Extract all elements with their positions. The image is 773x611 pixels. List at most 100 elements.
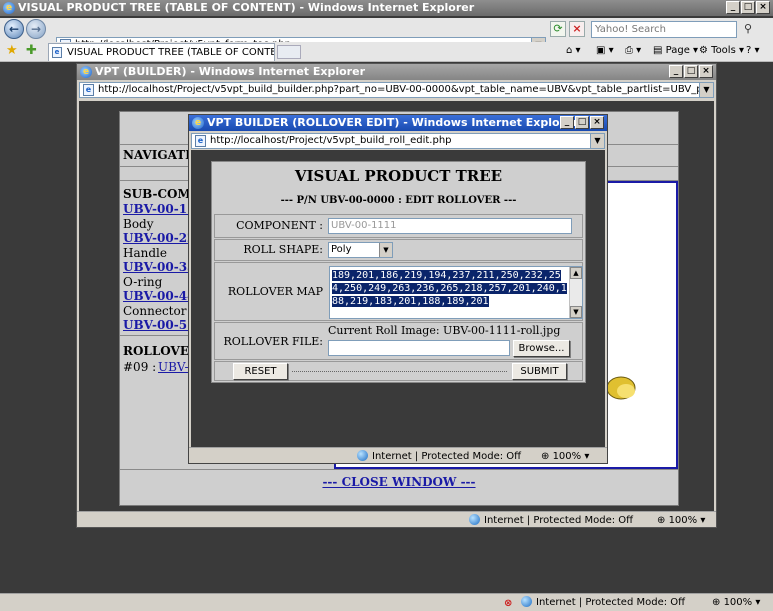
page-menu-label: Page [665, 45, 690, 56]
popup-address-bar[interactable]: e http://localhost/Project/v5vpt_build_r… [191, 133, 605, 149]
builder-window-title: VPT (BUILDER) - Windows Internet Explore… [95, 65, 365, 78]
add-favorites-icon[interactable]: ✚ [26, 43, 37, 58]
rollover-map-textarea[interactable]: 189,201,186,219,194,237,211,250,232,254,… [329, 266, 583, 319]
search-icon[interactable]: ⚲ [740, 21, 756, 38]
rollover-file-input[interactable] [328, 340, 510, 356]
rollover-map-text-wrap: 189,201,186,219,194,237,211,250,232,254,… [332, 269, 567, 308]
component-name-1: Body [123, 217, 154, 231]
ie-logo-icon: e [3, 2, 15, 14]
browse-button[interactable]: Browse... [513, 340, 570, 357]
builder-zoom[interactable]: ⊕ 100% ▾ [657, 513, 705, 528]
component-row: COMPONENT : UBV-00-1111 [214, 214, 583, 238]
builder-window-controls: _ □ × [669, 65, 713, 78]
component-input[interactable]: UBV-00-1111 [328, 218, 572, 234]
tools-menu[interactable]: ⚙ Tools ▾ [699, 44, 744, 58]
close-window-link[interactable]: --- CLOSE WINDOW --- [120, 475, 678, 489]
rollover-map-value: 189,201,186,219,194,237,211,250,232,254,… [332, 270, 567, 307]
popup-status-bar: Internet | Protected Mode: Off ⊕ 100% ▾ [189, 447, 607, 463]
refresh-button[interactable]: ⟳ [550, 21, 566, 37]
popup-window-controls: _ □ × [560, 116, 604, 129]
close-button[interactable]: × [756, 1, 770, 14]
back-button[interactable]: ← [4, 19, 24, 39]
outer-status-zone-text: Internet | Protected Mode: Off [536, 597, 686, 608]
outer-window-title: VISUAL PRODUCT TREE (TABLE OF CONTENT) -… [18, 1, 475, 14]
component-name-4: Connector [123, 304, 187, 318]
builder-ie-logo-icon: e [80, 66, 92, 78]
minimize-button[interactable]: _ [726, 1, 740, 14]
maximize-button[interactable]: □ [741, 1, 755, 14]
rollover-file-label: ROLLOVER FILE: [223, 335, 323, 348]
outer-status-zone: Internet | Protected Mode: Off [521, 595, 685, 610]
favorites-star-icon[interactable]: ★ [6, 43, 18, 58]
popup-address-text: http://localhost/Project/v5vpt_build_rol… [210, 135, 452, 146]
scroll-down-icon[interactable]: ▼ [570, 306, 582, 318]
popup-status-zone: Internet | Protected Mode: Off [357, 449, 521, 464]
component-label: COMPONENT : [236, 219, 323, 232]
buttons-divider [292, 371, 507, 372]
builder-address-text: http://localhost/Project/v5vpt_build_bui… [98, 84, 714, 95]
builder-globe-icon [469, 514, 480, 525]
form-heading: VISUAL PRODUCT TREE [294, 167, 503, 185]
builder-address-bar[interactable]: e http://localhost/Project/v5vpt_build_b… [79, 82, 714, 98]
home-icon[interactable]: ⌂ ▾ [566, 44, 581, 58]
internet-globe-icon [521, 596, 532, 607]
component-name-3: O-ring [123, 275, 163, 289]
rollover-map-row: ROLLOVER MAP 189,201,186,219,194,237,211… [214, 262, 583, 321]
submit-button[interactable]: SUBMIT [512, 363, 567, 380]
tab-vpt-toc[interactable]: e VISUAL PRODUCT TREE (TABLE OF CONTENT) [48, 43, 275, 61]
roll-shape-label: ROLL SHAPE: [243, 243, 323, 256]
roll-shape-dropdown-icon[interactable]: ▼ [379, 243, 392, 257]
builder-address-dropdown-icon[interactable]: ▼ [699, 83, 713, 97]
popup-zoom-text: 100% [552, 451, 582, 462]
roll-shape-value: Poly [331, 244, 352, 255]
rollover-map-scrollbar[interactable]: ▲ ▼ [569, 267, 582, 318]
roll-shape-row: ROLL SHAPE: Poly ▼ [214, 239, 583, 261]
tab-page-icon: e [52, 47, 62, 58]
outer-window-controls: _ □ × [726, 1, 770, 14]
outer-title-bar: e VISUAL PRODUCT TREE (TABLE OF CONTENT)… [0, 0, 773, 16]
popup-content: VISUAL PRODUCT TREE --- P/N UBV-00-0000 … [191, 150, 605, 449]
builder-close-button[interactable]: × [699, 65, 713, 78]
popup-close-button[interactable]: × [590, 116, 604, 129]
roll-shape-select[interactable]: Poly ▼ [328, 242, 393, 258]
popup-ie-logo-icon: e [192, 117, 204, 129]
builder-status-zone: Internet | Protected Mode: Off [469, 513, 633, 528]
reset-button[interactable]: RESET [233, 363, 288, 380]
print-icon[interactable]: ⎙ ▾ [625, 44, 641, 58]
search-input[interactable]: Yahoo! Search [591, 21, 737, 38]
component-value: UBV-00-1111 [331, 220, 397, 231]
popup-globe-icon [357, 450, 368, 461]
popup-title-bar: e VPT BUILDER (ROLLOVER EDIT) - Windows … [189, 115, 607, 131]
stop-button[interactable]: × [569, 21, 585, 37]
popup-zoom[interactable]: ⊕ 100% ▾ [541, 449, 589, 464]
popup-page-icon: e [195, 135, 206, 147]
popup-status-zone-text: Internet | Protected Mode: Off [372, 451, 522, 462]
component-name-2: Handle [123, 246, 167, 260]
form-heading-row: VISUAL PRODUCT TREE --- P/N UBV-00-0000 … [214, 164, 583, 211]
popup-address-dropdown-icon[interactable]: ▼ [590, 134, 604, 148]
form-subheading: --- P/N UBV-00-0000 : EDIT ROLLOVER --- [280, 195, 517, 206]
forward-button[interactable]: → [26, 19, 46, 39]
close-divider [120, 469, 678, 470]
feeds-icon[interactable]: ▣ ▾ [596, 44, 614, 58]
rollover-entry-prefix: #09 : [123, 360, 157, 374]
current-roll-image: Current Roll Image: UBV-00-1111-roll.jpg [328, 324, 561, 337]
builder-maximize-button[interactable]: □ [684, 65, 698, 78]
search-placeholder: Yahoo! Search [595, 24, 666, 35]
popup-maximize-button[interactable]: □ [575, 116, 589, 129]
protected-mode-icon: ⊗ [504, 598, 513, 609]
help-icon[interactable]: ? ▾ [746, 44, 760, 58]
outer-status-bar: ⊗ Internet | Protected Mode: Off ⊕ 100% … [0, 593, 773, 611]
builder-zoom-text: 100% [668, 515, 698, 526]
page-menu[interactable]: ▤ Page ▾ [653, 44, 698, 58]
tab-label: VISUAL PRODUCT TREE (TABLE OF CONTENT) [67, 47, 275, 58]
rollover-form: VISUAL PRODUCT TREE --- P/N UBV-00-0000 … [211, 161, 586, 383]
rollover-map-label: ROLLOVER MAP [227, 285, 323, 298]
popup-minimize-button[interactable]: _ [560, 116, 574, 129]
builder-minimize-button[interactable]: _ [669, 65, 683, 78]
scroll-up-icon[interactable]: ▲ [570, 267, 582, 279]
builder-page-icon: e [83, 84, 94, 96]
new-tab-button[interactable] [277, 45, 301, 59]
outer-zoom-text: 100% [723, 597, 753, 608]
outer-zoom[interactable]: ⊕ 100% ▾ [712, 595, 760, 610]
